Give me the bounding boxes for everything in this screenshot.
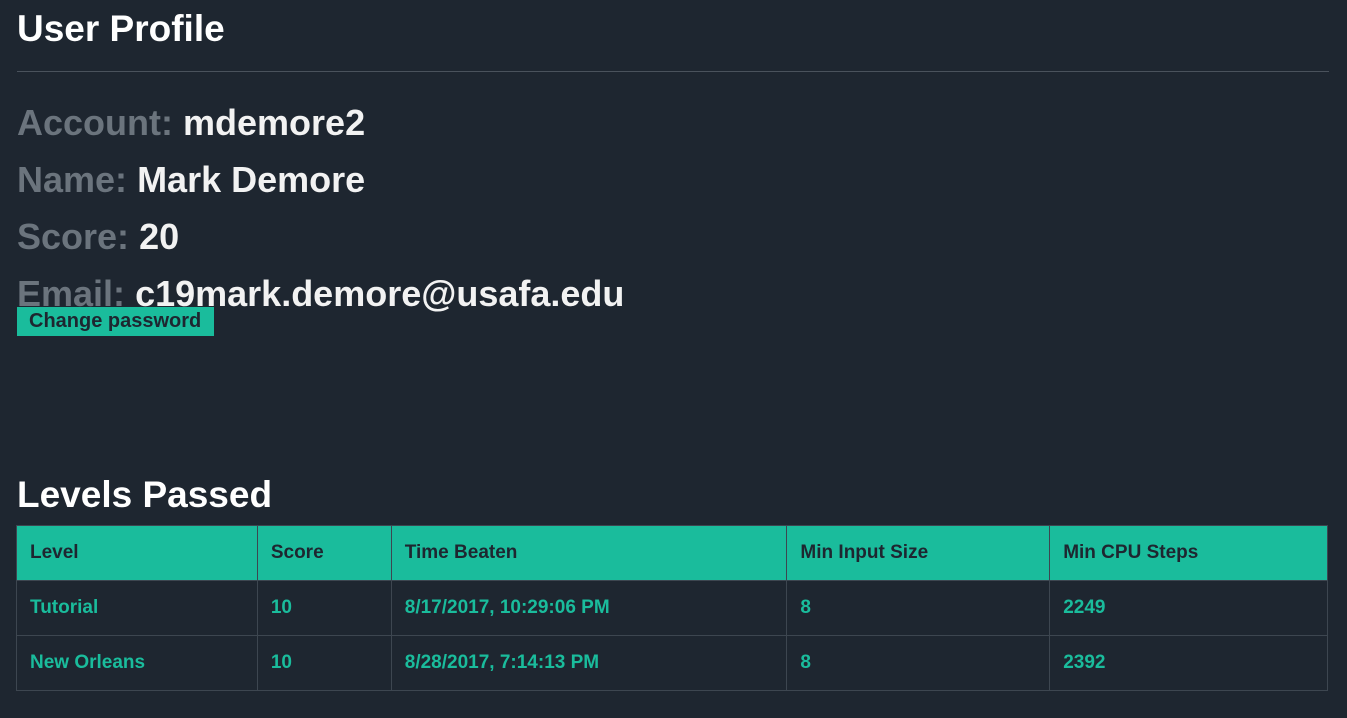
change-password-button[interactable]: Change password xyxy=(17,306,215,336)
levels-passed-title: Levels Passed xyxy=(17,474,273,515)
score-label: Score: xyxy=(17,216,130,257)
cell-score: 10 xyxy=(256,635,392,691)
cell-min-input-size: 8 xyxy=(786,580,1051,636)
table-row: New Orleans 10 8/28/2017, 7:14:13 PM 8 2… xyxy=(16,635,1328,691)
cell-time-beaten: 8/28/2017, 7:14:13 PM xyxy=(390,635,788,691)
levels-header-row: Level Score Time Beaten Min Input Size M… xyxy=(16,525,1328,581)
account-value: mdemore2 xyxy=(183,102,366,143)
column-header-min-input-size[interactable]: Min Input Size xyxy=(786,525,1051,581)
cell-level: Tutorial xyxy=(16,580,258,636)
cell-min-cpu-steps: 2249 xyxy=(1049,580,1328,636)
name-row: Name: Mark Demore xyxy=(17,160,1330,217)
column-header-min-cpu-steps[interactable]: Min CPU Steps xyxy=(1049,525,1328,581)
cell-min-input-size: 8 xyxy=(786,635,1051,691)
score-row: Score: 20 xyxy=(17,217,1330,274)
profile-info: Account: mdemore2 Name: Mark Demore Scor… xyxy=(17,103,1330,336)
name-label: Name: xyxy=(17,159,128,200)
levels-table: Level Score Time Beaten Min Input Size M… xyxy=(16,525,1328,691)
cell-time-beaten: 8/17/2017, 10:29:06 PM xyxy=(390,580,788,636)
account-row: Account: mdemore2 xyxy=(17,103,1330,160)
user-profile-page: User Profile Account: mdemore2 Name: Mar… xyxy=(0,0,1347,336)
column-header-time-beaten[interactable]: Time Beaten xyxy=(390,525,788,581)
header-divider xyxy=(17,71,1329,72)
table-row: Tutorial 10 8/17/2017, 10:29:06 PM 8 224… xyxy=(16,580,1328,636)
cell-score: 10 xyxy=(256,580,392,636)
column-header-level[interactable]: Level xyxy=(16,525,258,581)
score-value: 20 xyxy=(139,216,180,257)
cell-level: New Orleans xyxy=(16,635,258,691)
cell-min-cpu-steps: 2392 xyxy=(1049,635,1328,691)
account-label: Account: xyxy=(17,102,173,143)
name-value: Mark Demore xyxy=(137,159,366,200)
column-header-score[interactable]: Score xyxy=(256,525,392,581)
page-title: User Profile xyxy=(17,8,225,49)
